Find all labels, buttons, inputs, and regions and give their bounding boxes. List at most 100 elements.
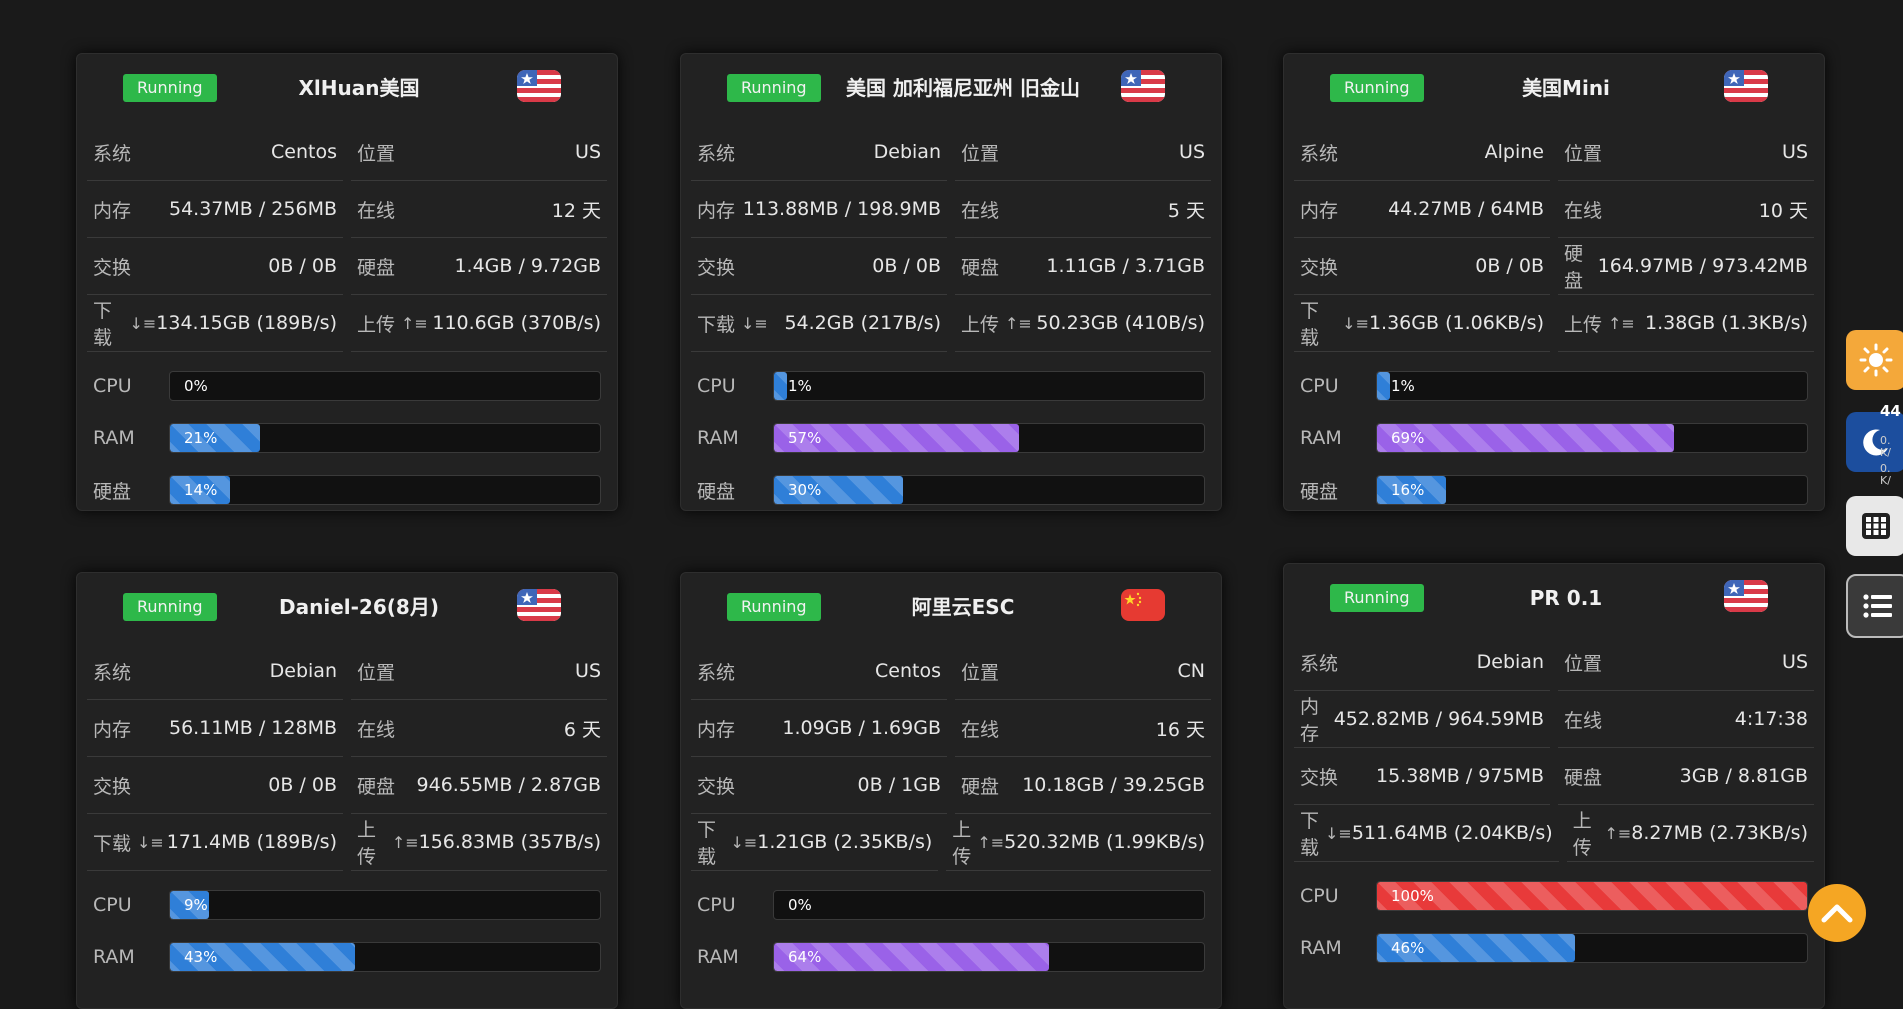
side-status-text: 44 <box>1880 402 1901 420</box>
uptime-label: 在线 <box>1564 706 1602 733</box>
upload-value: 520.32MB (1.99KB/s) <box>1004 831 1205 853</box>
ram-bar-row: RAM 69% <box>1300 412 1808 464</box>
cpu-progress-bar: 1% <box>1376 371 1808 401</box>
usage-bars: CPU 1% RAM 57% 硬盘 30% <box>681 352 1221 510</box>
disk-value: 946.55MB / 2.87GB <box>416 774 601 796</box>
server-card[interactable]: Running XlHuan美国 系统 Centos 位置 US 内存 54.37MB / 2… <box>76 53 618 511</box>
disk-label: 硬盘 <box>1564 239 1598 293</box>
memory-value: 44.27MB / 64MB <box>1388 198 1544 220</box>
ram-bar-row: RAM 46% <box>1300 922 1808 974</box>
cpu-progress-fill <box>774 372 787 400</box>
upload-label: 上传 ↑≡ <box>961 310 1032 337</box>
list-view-button[interactable] <box>1846 574 1903 638</box>
disk-label-text: 硬盘 <box>961 256 1000 279</box>
disk-percent: 14% <box>184 481 218 499</box>
disk-value: 10.18GB / 39.25GB <box>1022 774 1205 796</box>
memory-cell: 内存 1.09GB / 1.69GB <box>691 700 947 757</box>
info-table: 系统 Debian 位置 US 内存 56.11MB / 128MB 在线 6 天交换 0B /… <box>77 643 617 871</box>
memory-label: 内存 <box>697 715 735 742</box>
server-card[interactable]: Running Daniel-26(8月) 系统 Debian 位置 US 内存 56.11M… <box>76 572 618 1009</box>
disk-bar-label: 硬盘 <box>1300 480 1339 503</box>
cpu-bar-row: CPU 100% <box>1300 870 1808 922</box>
info-row: 系统 Centos 位置 US <box>83 124 611 181</box>
swap-label: 交换 <box>697 772 735 799</box>
list-icon <box>1863 594 1892 618</box>
swap-label: 交换 <box>1300 763 1338 790</box>
light-theme-button[interactable] <box>1846 330 1903 390</box>
location-value: CN <box>1177 660 1205 682</box>
download-label: 下载 ↓≡ <box>1300 806 1352 860</box>
location-label: 位置 <box>357 139 395 166</box>
upload-label-text: 上传 <box>961 313 1000 336</box>
swap-value: 0B / 0B <box>1475 255 1544 277</box>
cpu-bar-label: CPU <box>1300 375 1339 397</box>
info-row: 内存 54.37MB / 256MB 在线 12 天 <box>83 181 611 238</box>
system-value: Debian <box>873 141 941 163</box>
location-cell: 位置 US <box>955 124 1211 181</box>
cpu-percent: 1% <box>788 377 812 395</box>
upload-cell: 上传 ↑≡ 1.38GB (1.3KB/s) <box>1558 295 1814 352</box>
sort-up-icon: ↑≡ <box>401 313 428 333</box>
cpu-percent: 9% <box>184 896 208 914</box>
swap-cell: 交换 0B / 0B <box>1294 238 1550 295</box>
grid-view-button[interactable] <box>1846 496 1903 556</box>
download-label: 下载 ↓≡ <box>93 829 164 856</box>
server-card[interactable]: Running 美国 加利福尼亚州 旧金山 系统 Debian 位置 US 内存 113.88… <box>680 53 1222 511</box>
swap-cell: 交换 15.38MB / 975MB <box>1294 748 1550 805</box>
server-grid: Running XlHuan美国 系统 Centos 位置 US 内存 54.37MB / 2… <box>0 0 1903 1009</box>
system-label: 系统 <box>93 658 131 685</box>
cpu-bar-row: CPU 0% <box>93 360 601 412</box>
uptime-value: 4:17:38 <box>1734 708 1808 730</box>
info-row: 内存 452.82MB / 964.59MB 在线 4:17:38 <box>1290 691 1818 748</box>
location-cell: 位置 US <box>351 643 607 700</box>
server-card[interactable]: Running PR 0.1 系统 Debian 位置 US 内存 452.82MB / 96… <box>1283 563 1825 1009</box>
location-label: 位置 <box>961 139 999 166</box>
location-value: US <box>575 141 601 163</box>
cpu-bar-row: CPU 1% <box>697 360 1205 412</box>
info-row: 系统 Debian 位置 US <box>83 643 611 700</box>
cpu-bar-label: CPU <box>93 894 132 916</box>
swap-value: 0B / 0B <box>872 255 941 277</box>
download-label: 下载 ↓≡ <box>697 815 757 869</box>
download-value: 1.36GB (1.06KB/s) <box>1368 312 1544 334</box>
ram-bar-label: RAM <box>93 427 135 449</box>
location-label-text: 位置 <box>961 142 1000 165</box>
system-label-text: 系统 <box>93 142 132 165</box>
card-header: Running XlHuan美国 <box>77 54 617 124</box>
swap-value: 0B / 1GB <box>857 774 941 796</box>
ram-bar-label: RAM <box>93 946 135 968</box>
memory-value: 452.82MB / 964.59MB <box>1333 708 1544 730</box>
info-row: 交换 15.38MB / 975MB 硬盘 3GB / 8.81GB <box>1290 748 1818 805</box>
system-label: 系统 <box>93 139 131 166</box>
download-value: 134.15GB (189B/s) <box>156 312 337 334</box>
location-cell: 位置 US <box>351 124 607 181</box>
memory-label-text: 内存 <box>1300 696 1320 745</box>
download-cell: 下载 ↓≡ 134.15GB (189B/s) <box>87 295 343 352</box>
server-card[interactable]: Running 美国Mini 系统 Alpine 位置 US 内存 44.27MB / 64M… <box>1283 53 1825 511</box>
download-value: 511.64MB (2.04KB/s) <box>1351 822 1553 844</box>
scroll-to-top-button[interactable] <box>1808 884 1866 942</box>
download-cell: 下载 ↓≡ 1.36GB (1.06KB/s) <box>1294 295 1550 352</box>
upload-label: 上传 ↑≡ <box>357 815 419 869</box>
location-cell: 位置 US <box>1558 124 1814 181</box>
upload-value: 156.83MB (357B/s) <box>418 831 601 853</box>
location-cell: 位置 US <box>1558 634 1814 691</box>
sort-down-icon: ↓≡ <box>129 313 157 333</box>
dark-theme-button[interactable] <box>1846 412 1903 472</box>
sort-up-icon: ↑≡ <box>391 832 419 852</box>
upload-cell: 上传 ↑≡ 520.32MB (1.99KB/s) <box>946 814 1211 871</box>
upload-value: 50.23GB (410B/s) <box>1036 312 1205 334</box>
system-value: Centos <box>875 660 941 682</box>
upload-value: 8.27MB (2.73KB/s) <box>1631 822 1808 844</box>
upload-value: 110.6GB (370B/s) <box>432 312 601 334</box>
memory-value: 54.37MB / 256MB <box>169 198 337 220</box>
swap-label-text: 交换 <box>93 775 132 798</box>
ram-percent: 43% <box>184 948 218 966</box>
info-row: 下载 ↓≡ 511.64MB (2.04KB/s) 上传 ↑≡ 8.27MB (2.73K… <box>1290 805 1818 862</box>
info-table: 系统 Centos 位置 US 内存 54.37MB / 256MB 在线 12 天交换 0B … <box>77 124 617 352</box>
info-row: 系统 Centos 位置 CN <box>687 643 1215 700</box>
location-value: US <box>1782 141 1808 163</box>
server-card[interactable]: Running 阿里云ESC 系统 Centos 位置 CN 内存 1.09GB / 1.69… <box>680 572 1222 1009</box>
sort-up-icon: ↑≡ <box>1604 823 1632 843</box>
info-row: 交换 0B / 0B 硬盘 946.55MB / 2.87GB <box>83 757 611 814</box>
